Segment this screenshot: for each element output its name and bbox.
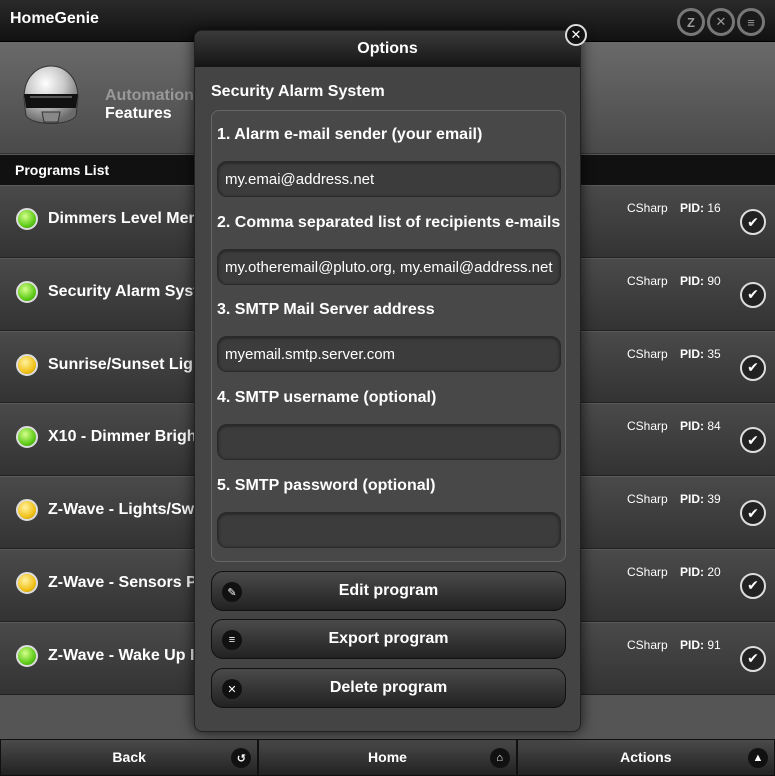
options-dialog: Options Security Alarm System 1. Alarm e… <box>194 30 581 732</box>
edit-program-label: Edit program <box>338 582 439 599</box>
program-pid: PID: 84 <box>680 419 721 433</box>
back-button[interactable]: Back ↺ <box>0 739 259 776</box>
program-pid: PID: 16 <box>680 201 721 215</box>
pid-label: PID: <box>680 492 704 507</box>
program-language: CSharp <box>627 273 668 288</box>
checkmark-icon[interactable]: ✔ <box>740 354 766 381</box>
banner-line-1: Automation <box>105 87 194 104</box>
checkmark-icon[interactable]: ✔ <box>740 209 766 235</box>
status-indicator-icon <box>16 353 38 376</box>
export-program-label: Export program <box>328 630 449 647</box>
dialog-section-title: Security Alarm System <box>211 83 385 100</box>
chevron-up-icon: ▲ <box>747 748 768 768</box>
pencil-icon: ✎ <box>222 582 242 602</box>
pid-value: 84 <box>707 419 721 434</box>
field-label: 2. Comma separated list of recipients e-… <box>217 214 561 231</box>
close-icon: ✕ <box>222 679 242 699</box>
smtp-server-field[interactable]: myemail.smtp.server.com <box>217 336 561 372</box>
field-label: 5. SMTP password (optional) <box>217 477 436 494</box>
home-button[interactable]: Home ⌂ <box>258 739 517 776</box>
pid-value: 20 <box>707 564 721 579</box>
pid-value: 90 <box>707 273 721 288</box>
zwave-icon[interactable]: Z <box>677 8 705 36</box>
helmet-logo-icon <box>23 65 79 124</box>
actions-button-label: Actions <box>620 749 672 765</box>
status-indicator-icon <box>16 426 38 449</box>
status-indicator-icon <box>16 571 38 594</box>
recipients-emails-field[interactable]: my.otheremail@pluto.org, my.email@addres… <box>217 249 561 285</box>
edit-program-button[interactable]: ✎ Edit program <box>211 571 566 611</box>
checkmark-icon[interactable]: ✔ <box>740 572 766 599</box>
pid-value: 91 <box>707 637 721 652</box>
pid-value: 16 <box>707 201 721 215</box>
pid-label: PID: <box>680 637 704 652</box>
pid-value: 39 <box>707 492 721 507</box>
list-icon: ≡ <box>222 630 242 650</box>
checkmark-icon[interactable]: ✔ <box>740 500 766 527</box>
program-pid: PID: 35 <box>680 347 721 361</box>
program-pid: PID: 90 <box>680 274 721 288</box>
app-title: HomeGenie <box>10 10 99 27</box>
checkmark-icon[interactable]: ✔ <box>740 281 766 308</box>
status-indicator-icon <box>16 208 38 230</box>
pid-label: PID: <box>680 564 704 579</box>
pid-label: PID: <box>680 346 704 361</box>
home-icon: ⌂ <box>489 748 510 768</box>
pid-label: PID: <box>680 419 704 434</box>
program-language: CSharp <box>627 346 668 361</box>
program-pid: PID: 39 <box>680 492 721 506</box>
export-program-button[interactable]: ≡ Export program <box>211 619 566 659</box>
program-pid: PID: 91 <box>680 638 721 652</box>
dialog-close-button[interactable]: ✕ <box>565 24 587 46</box>
delete-program-button[interactable]: ✕ Delete program <box>211 668 566 708</box>
delete-program-label: Delete program <box>329 679 448 696</box>
home-button-label: Home <box>368 749 407 765</box>
programs-list-title: Programs List <box>15 162 110 178</box>
program-language: CSharp <box>627 419 668 434</box>
checkmark-icon[interactable]: ✔ <box>740 645 766 672</box>
dialog-title: Options <box>357 40 418 57</box>
filter-icon[interactable]: ≡ <box>737 8 765 36</box>
smtp-username-field[interactable] <box>217 424 561 460</box>
dialog-header: Options <box>195 31 580 67</box>
banner-line-2: Features <box>105 105 172 122</box>
status-indicator-icon <box>16 644 38 667</box>
alarm-sender-email-field[interactable]: my.emai@address.net <box>217 161 561 197</box>
checkmark-icon[interactable]: ✔ <box>740 427 766 454</box>
back-button-label: Back <box>112 749 146 765</box>
field-label: 3. SMTP Mail Server address <box>217 301 435 318</box>
field-label: 1. Alarm e-mail sender (your email) <box>217 126 483 143</box>
status-indicator-icon <box>16 280 38 303</box>
program-language: CSharp <box>627 492 668 507</box>
program-name: Sunrise/Sunset Lights <box>48 355 217 373</box>
footer-bar: Back ↺ Home ⌂ Actions ▲ <box>0 739 775 776</box>
status-indicator-icon <box>16 499 38 522</box>
options-fieldset: 1. Alarm e-mail sender (your email) my.e… <box>211 110 566 562</box>
smtp-password-field[interactable] <box>217 512 561 548</box>
actions-button[interactable]: Actions ▲ <box>516 739 775 776</box>
program-language: CSharp <box>627 564 668 579</box>
program-language: CSharp <box>627 637 668 652</box>
pid-value: 35 <box>707 346 721 361</box>
pid-label: PID: <box>680 201 704 215</box>
program-language: CSharp <box>627 201 668 215</box>
header-icons: Z ✕ ≡ <box>677 8 765 36</box>
program-pid: PID: 20 <box>680 565 721 579</box>
pid-label: PID: <box>680 273 704 288</box>
field-label: 4. SMTP username (optional) <box>217 389 437 406</box>
back-arrow-icon: ↺ <box>231 748 252 768</box>
x10-icon[interactable]: ✕ <box>707 8 735 36</box>
